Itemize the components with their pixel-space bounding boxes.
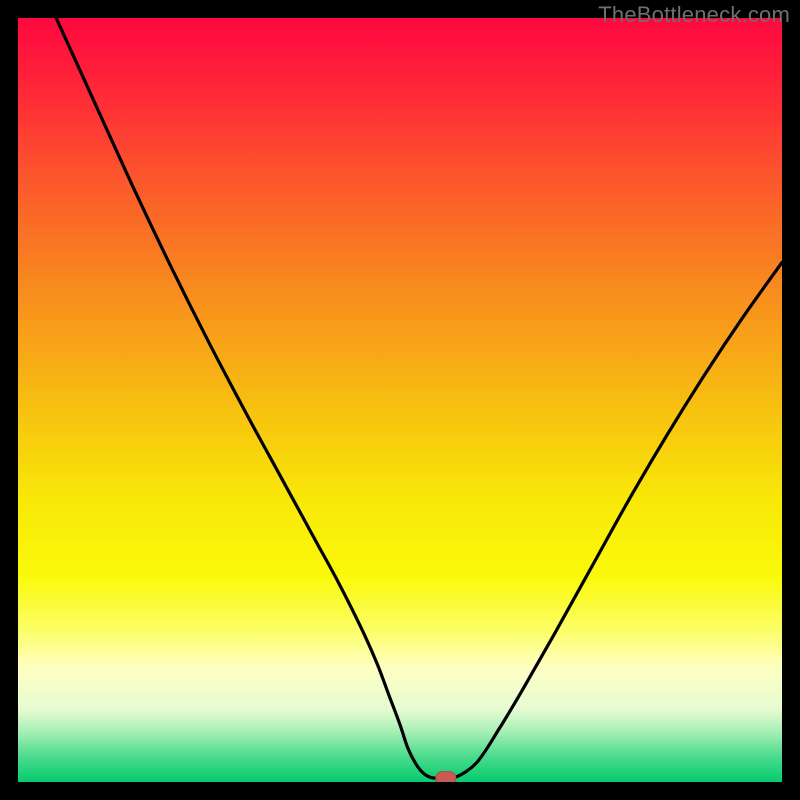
chart-frame: TheBottleneck.com	[0, 0, 800, 800]
bottleneck-curve	[56, 18, 782, 779]
curve-layer	[18, 18, 782, 782]
watermark-text: TheBottleneck.com	[598, 2, 790, 28]
optimal-marker	[436, 772, 456, 782]
plot-area	[18, 18, 782, 782]
